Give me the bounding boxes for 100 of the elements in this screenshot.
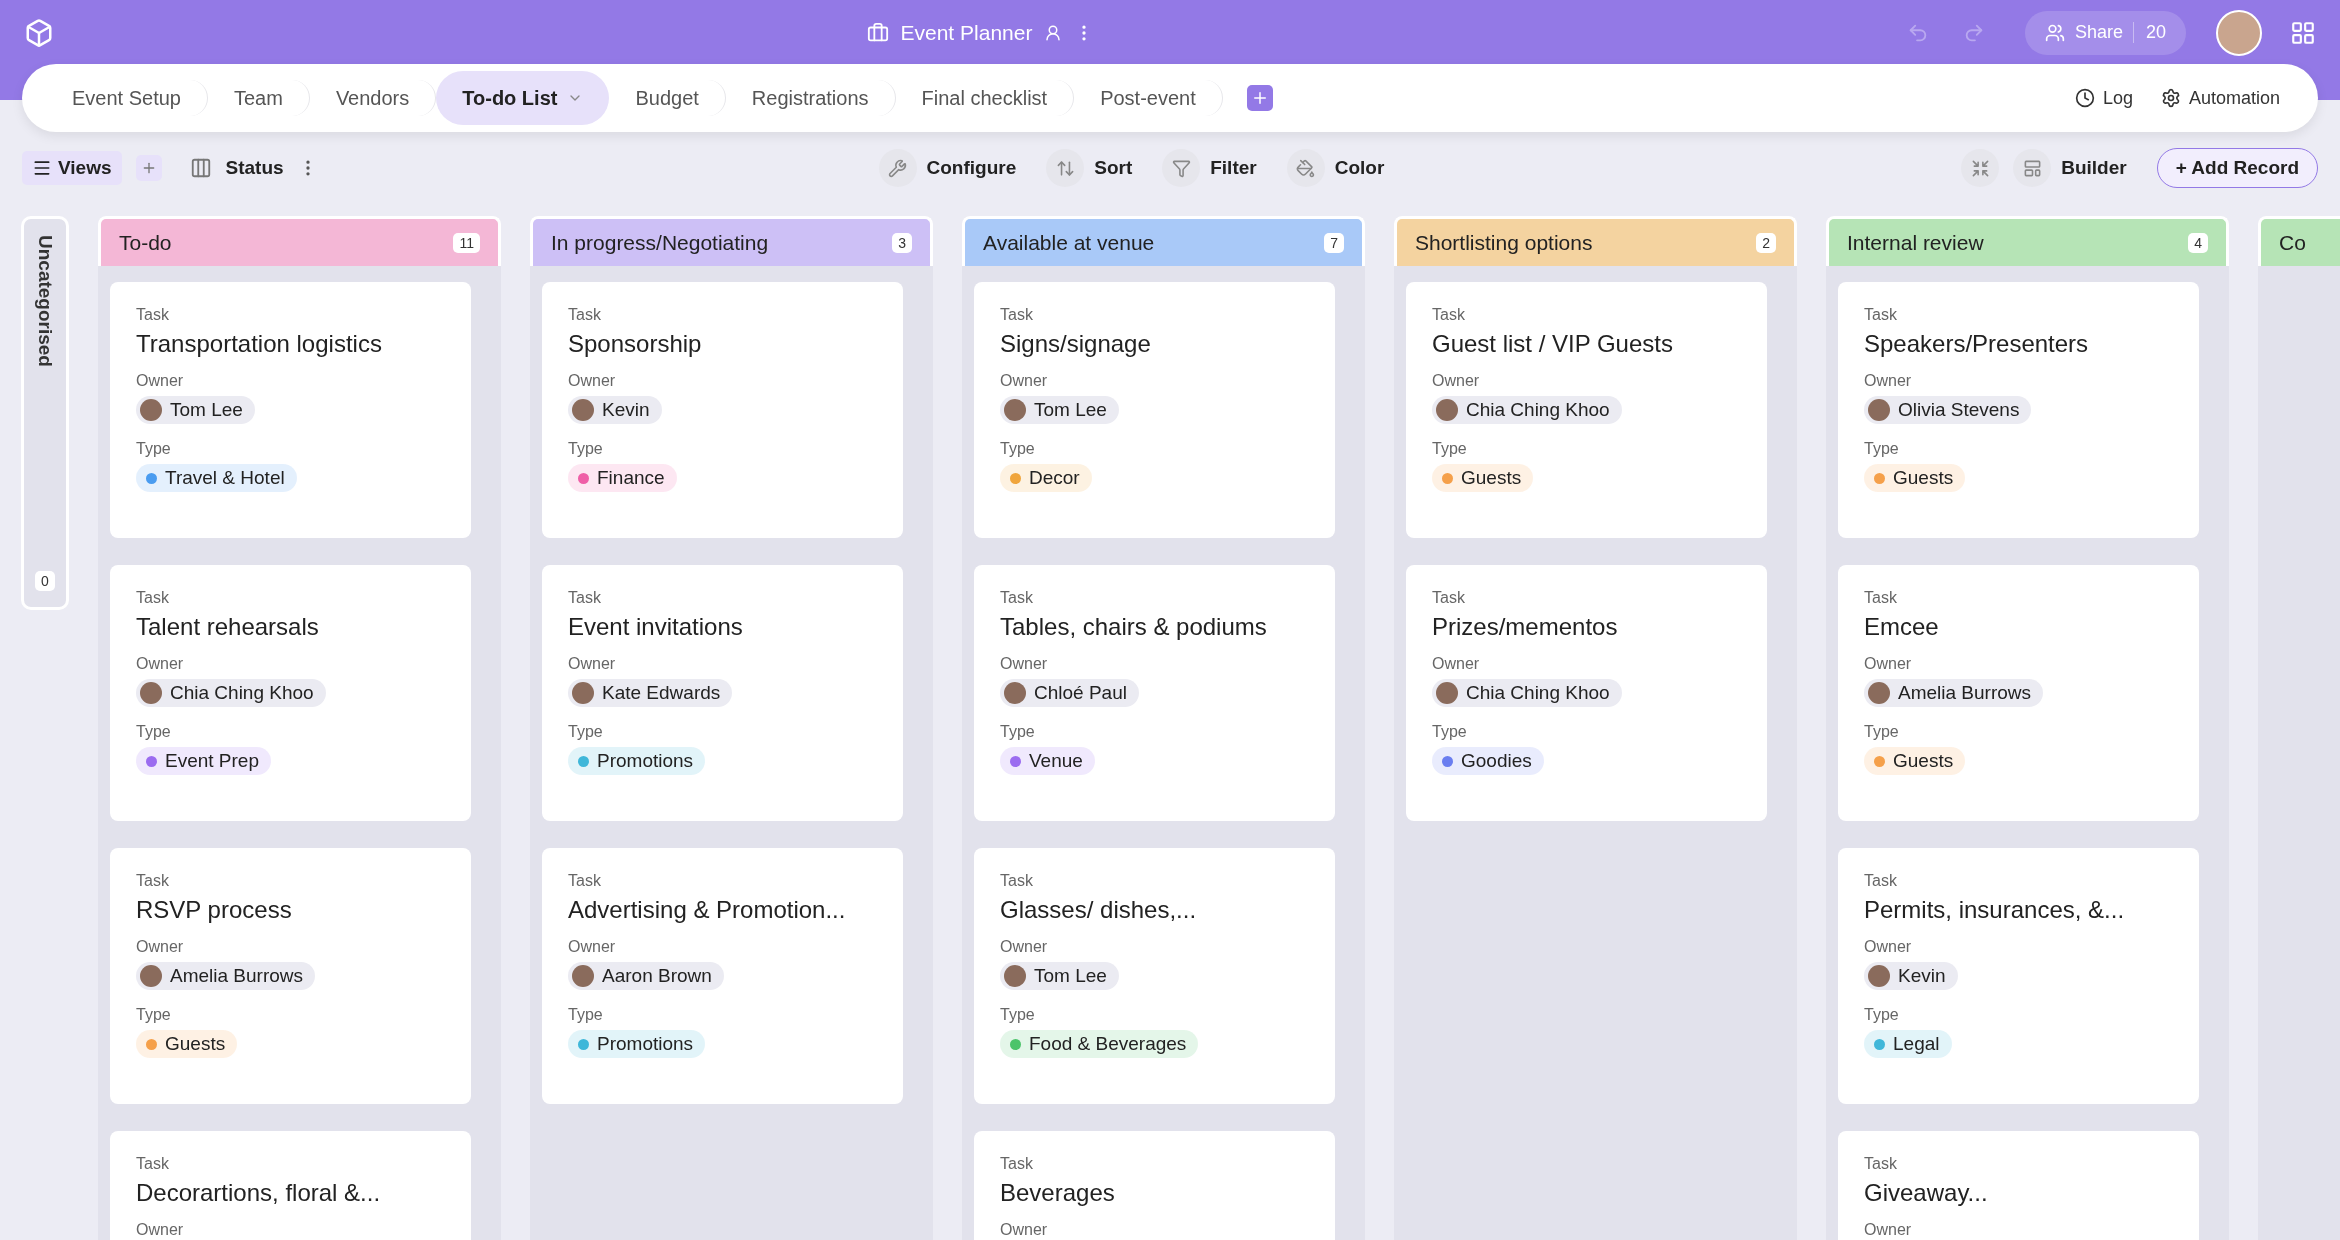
task-card[interactable]: Task Event invitations Owner Kate Edwards Type Promotions bbox=[542, 565, 903, 821]
briefcase-icon bbox=[866, 21, 889, 44]
configure-button[interactable]: Configure bbox=[878, 149, 1017, 187]
type-tag: Guests bbox=[1432, 464, 1534, 492]
field-label: Owner bbox=[568, 655, 617, 673]
owner-chip: Chia Ching Khoo bbox=[136, 679, 326, 707]
field-label: Type bbox=[1000, 723, 1036, 741]
task-title: Sponsorship bbox=[568, 330, 703, 358]
field-label: Type bbox=[136, 723, 172, 741]
tab[interactable]: Team bbox=[207, 80, 310, 116]
count-badge: 0 bbox=[35, 571, 55, 591]
task-card[interactable]: Task Signs/signage Owner Tom Lee Type Decor bbox=[974, 282, 1335, 538]
automation-button[interactable]: Automation bbox=[2146, 87, 2294, 109]
field-label: Owner bbox=[1864, 1221, 1913, 1239]
field-label: Type bbox=[136, 440, 172, 458]
task-title: Transportation logistics bbox=[136, 330, 383, 358]
sort-button[interactable]: Sort bbox=[1046, 149, 1133, 187]
tab[interactable]: Post-event bbox=[1074, 80, 1223, 116]
field-label: Owner bbox=[568, 938, 617, 956]
task-card[interactable]: Task Glasses/ dishes,... Owner Tom Lee Type Food & Beverages bbox=[974, 848, 1335, 1104]
field-label: Task bbox=[1000, 306, 1034, 324]
field-label: Owner bbox=[136, 655, 185, 673]
avatar bbox=[572, 399, 594, 421]
add-record-button[interactable]: + Add Record bbox=[2156, 148, 2318, 188]
collapse-icon[interactable] bbox=[1961, 149, 2000, 187]
field-label: Type bbox=[568, 440, 604, 458]
field-label: Task bbox=[136, 589, 170, 607]
filter-button[interactable]: Filter bbox=[1162, 149, 1257, 187]
log-button[interactable]: Log bbox=[2060, 87, 2147, 109]
avatar bbox=[140, 682, 162, 704]
tab[interactable]: Event Setup bbox=[46, 80, 208, 116]
column-title: Co bbox=[2279, 230, 2306, 255]
task-title: Beverages bbox=[1000, 1179, 1116, 1207]
task-card[interactable]: Task Transportation logistics Owner Tom Lee Type Travel & Hotel bbox=[110, 282, 471, 538]
field-label: Owner bbox=[136, 938, 185, 956]
task-card[interactable]: Task RSVP process Owner Amelia Burrows Type Guests bbox=[110, 848, 471, 1104]
task-card[interactable]: Task Emcee Owner Amelia Burrows Type Guests bbox=[1838, 565, 2199, 821]
views-button[interactable]: Views bbox=[22, 151, 122, 185]
field-label: Task bbox=[568, 306, 602, 324]
tab[interactable]: To-do List bbox=[436, 71, 610, 125]
task-card[interactable]: Task Giveaway... Owner bbox=[1838, 1131, 2199, 1240]
field-label: Type bbox=[568, 723, 604, 741]
task-title: Emcee bbox=[1864, 613, 1940, 641]
field-label: Owner bbox=[1864, 372, 1913, 390]
avatar bbox=[1004, 965, 1026, 987]
type-tag: Promotions bbox=[568, 1030, 706, 1058]
task-card[interactable]: Task Sponsorship Owner Kevin Type Finance bbox=[542, 282, 903, 538]
tab[interactable]: Vendors bbox=[309, 80, 437, 116]
column-title: Uncategorised bbox=[34, 235, 56, 367]
tab[interactable]: Registrations bbox=[725, 80, 896, 116]
field-label: Owner bbox=[136, 1221, 185, 1239]
task-title: Advertising & Promotion... bbox=[568, 896, 847, 924]
field-label: Task bbox=[1864, 1155, 1898, 1173]
add-view-button[interactable] bbox=[135, 155, 162, 181]
avatar bbox=[1868, 399, 1890, 421]
field-label: Task bbox=[136, 872, 170, 890]
tab[interactable]: Budget bbox=[609, 80, 726, 116]
avatar bbox=[572, 682, 594, 704]
field-label: Task bbox=[1864, 589, 1898, 607]
user-icon[interactable] bbox=[1044, 23, 1063, 42]
task-card[interactable]: Task Beverages Owner bbox=[974, 1131, 1335, 1240]
task-title: Speakers/Presenters bbox=[1864, 330, 2090, 358]
task-card[interactable]: Task Speakers/Presenters Owner Olivia Stevens Type Guests bbox=[1838, 282, 2199, 538]
task-card[interactable]: Task Permits, insurances, &... Owner Kevin Type Legal bbox=[1838, 848, 2199, 1104]
field-label: Owner bbox=[1000, 372, 1049, 390]
avatar bbox=[1436, 682, 1458, 704]
task-title: Signs/signage bbox=[1000, 330, 1152, 358]
column-title: To-do bbox=[119, 230, 172, 255]
task-card[interactable]: Task Advertising & Promotion... Owner Aaron Brown Type Promotions bbox=[542, 848, 903, 1104]
owner-chip: Kate Edwards bbox=[568, 679, 733, 707]
task-card[interactable]: Task Decorartions, floral &... Owner bbox=[110, 1131, 471, 1240]
color-button[interactable]: Color bbox=[1286, 149, 1385, 187]
field-label: Task bbox=[1000, 589, 1034, 607]
task-card[interactable]: Task Guest list / VIP Guests Owner Chia Ching Khoo Type Guests bbox=[1406, 282, 1767, 538]
builder-button[interactable]: Builder bbox=[2013, 149, 2127, 187]
tab[interactable]: Final checklist bbox=[895, 80, 1075, 116]
column-title: Available at venue bbox=[983, 230, 1155, 255]
task-card[interactable]: Task Talent rehearsals Owner Chia Ching Khoo Type Event Prep bbox=[110, 565, 471, 821]
field-label: Type bbox=[1864, 1006, 1900, 1024]
type-tag: Finance bbox=[568, 464, 677, 492]
field-label: Type bbox=[136, 1006, 172, 1024]
owner-chip: Tom Lee bbox=[1000, 962, 1119, 990]
owner-chip: Olivia Stevens bbox=[1864, 396, 2032, 424]
type-tag: Guests bbox=[136, 1030, 238, 1058]
task-card[interactable]: Task Tables, chairs & podiums Owner Chloé Paul Type Venue bbox=[974, 565, 1335, 821]
type-tag: Promotions bbox=[568, 747, 706, 775]
column-title: In progress/Negotiating bbox=[551, 230, 769, 255]
avatar bbox=[572, 965, 594, 987]
add-tab-button[interactable] bbox=[1246, 85, 1273, 111]
task-card[interactable]: Task Prizes/mementos Owner Chia Ching Khoo Type Goodies bbox=[1406, 565, 1767, 821]
field-label: Type bbox=[1432, 723, 1468, 741]
owner-chip: Kevin bbox=[568, 396, 662, 424]
count-badge: 3 bbox=[892, 232, 912, 253]
field-label: Task bbox=[1864, 872, 1898, 890]
type-tag: Decor bbox=[1000, 464, 1092, 492]
view-name: Status bbox=[225, 157, 284, 179]
apps-grid-icon[interactable] bbox=[2290, 19, 2316, 46]
filter-icon bbox=[1162, 149, 1201, 187]
owner-chip: Amelia Burrows bbox=[1864, 679, 2044, 707]
people-icon bbox=[2044, 22, 2065, 43]
